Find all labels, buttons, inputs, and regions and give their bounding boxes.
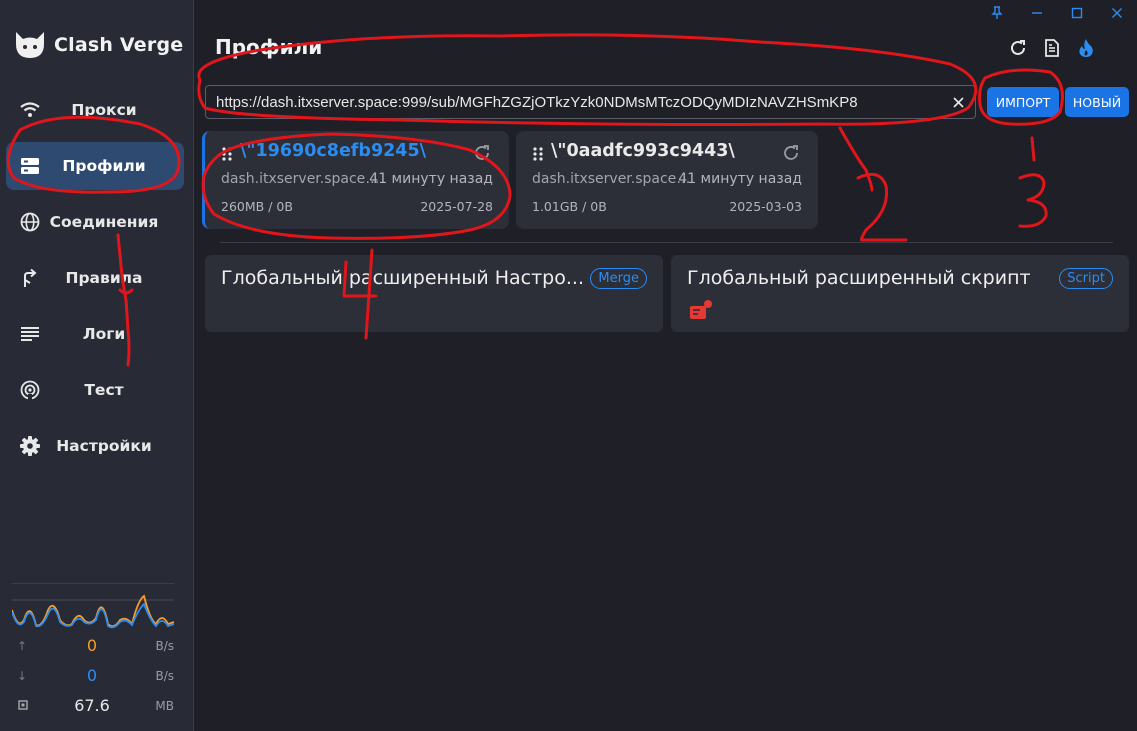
app-title: Clash Verge — [54, 34, 184, 56]
traffic-panel: ↑ 0 B/s ↓ 0 B/s 67.6 MB — [12, 583, 174, 724]
script-card-title: Глобальный расширенный скрипт — [687, 267, 1031, 289]
gear-icon — [20, 436, 40, 456]
profile-updated: 41 минуту назад — [369, 171, 493, 187]
subscription-url-input[interactable] — [216, 93, 944, 111]
list-icon — [20, 324, 40, 344]
download-row: ↓ 0 B/s — [12, 664, 174, 694]
upload-value: 0 — [86, 636, 98, 655]
script-card[interactable]: Глобальный расширенный скрипт Script — [671, 255, 1129, 332]
page-title: Профили — [215, 35, 323, 59]
app-window: Clash Verge Прокси Профили Соединения Пр… — [0, 0, 1137, 731]
sidebar-item-test[interactable]: Тест — [6, 366, 184, 414]
document-icon[interactable] — [1040, 36, 1064, 60]
memory-value: 67.6 — [74, 696, 110, 715]
memory-unit: MB — [155, 699, 174, 713]
annotation-mark — [1030, 136, 1036, 162]
clear-icon[interactable] — [949, 93, 967, 111]
download-unit: B/s — [155, 669, 174, 683]
profile-name: \"19690c8efb9245\ — [240, 141, 427, 161]
profile-usage: 260MB / 0B — [221, 199, 293, 214]
profile-card[interactable]: \"19690c8efb9245\ dash.itxserver.space:9… — [202, 131, 509, 229]
drag-handle-icon[interactable] — [533, 146, 543, 165]
wifi-icon — [20, 100, 40, 120]
refresh-icon[interactable] — [782, 144, 802, 164]
annotation-mark — [838, 126, 874, 192]
sidebar-item-logs[interactable]: Логи — [6, 310, 184, 358]
profile-updated: 41 минуту назад — [678, 171, 802, 187]
profile-expire: 2025-07-28 — [420, 199, 493, 214]
refresh-icon[interactable] — [1006, 36, 1030, 60]
arrow-up-icon: ↑ — [17, 639, 28, 653]
flame-icon[interactable] — [1074, 36, 1098, 60]
profile-card[interactable]: \"0aadfc993c9443\ dash.itxserver.space:9… — [516, 131, 818, 229]
close-icon[interactable] — [1097, 0, 1137, 26]
cat-logo-icon — [16, 32, 44, 58]
app-logo: Clash Verge — [14, 30, 183, 60]
globe-icon — [20, 212, 40, 232]
traffic-graph — [12, 594, 174, 629]
drag-handle-icon[interactable] — [222, 146, 232, 165]
annotation-mark — [1018, 173, 1048, 228]
import-button[interactable]: ИМПОРТ — [987, 87, 1059, 117]
merge-card-title: Глобальный расширенный Настро... — [221, 267, 584, 289]
script-tag: Script — [1059, 268, 1113, 289]
memory-row: 67.6 MB — [12, 694, 174, 724]
maximize-icon[interactable] — [1057, 0, 1097, 26]
annotation-mark — [856, 172, 908, 242]
refresh-icon[interactable] — [473, 144, 493, 164]
profile-expire: 2025-03-03 — [729, 199, 802, 214]
pin-icon[interactable] — [977, 0, 1017, 26]
sidebar-item-profiles[interactable]: Профили — [6, 142, 184, 190]
sidebar: Clash Verge Прокси Профили Соединения Пр… — [0, 0, 194, 731]
upload-unit: B/s — [155, 639, 174, 653]
section-divider — [220, 242, 1113, 243]
download-value: 0 — [86, 666, 98, 685]
arrow-down-icon: ↓ — [17, 669, 28, 683]
upload-row: ↑ 0 B/s — [12, 634, 174, 664]
window-controls — [977, 0, 1137, 26]
sidebar-item-connections[interactable]: Соединения — [6, 198, 184, 246]
route-icon — [20, 268, 40, 288]
traffic-divider — [12, 583, 174, 584]
script-error-icon — [689, 299, 713, 325]
sidebar-item-settings[interactable]: Настройки — [6, 422, 184, 470]
sidebar-item-rules[interactable]: Правила — [6, 254, 184, 302]
header-actions — [1006, 36, 1098, 60]
profile-host: dash.itxserver.space:999 — [221, 171, 381, 187]
profile-host: dash.itxserver.space:999 — [532, 171, 692, 187]
new-button[interactable]: НОВЫЙ — [1065, 87, 1129, 117]
sidebar-item-proxies[interactable]: Прокси — [6, 86, 184, 134]
merge-card[interactable]: Глобальный расширенный Настро... Merge — [205, 255, 663, 332]
merge-tag: Merge — [590, 268, 647, 289]
minimize-icon[interactable] — [1017, 0, 1057, 26]
profile-usage: 1.01GB / 0B — [532, 199, 607, 214]
profile-name: \"0aadfc993c9443\ — [551, 141, 735, 161]
radar-icon — [20, 380, 40, 400]
profiles-icon — [20, 156, 40, 176]
sidebar-nav: Прокси Профили Соединения Правила Логи Т… — [0, 82, 194, 478]
subscription-url-field[interactable] — [205, 85, 976, 119]
memory-chip-icon — [17, 699, 29, 714]
